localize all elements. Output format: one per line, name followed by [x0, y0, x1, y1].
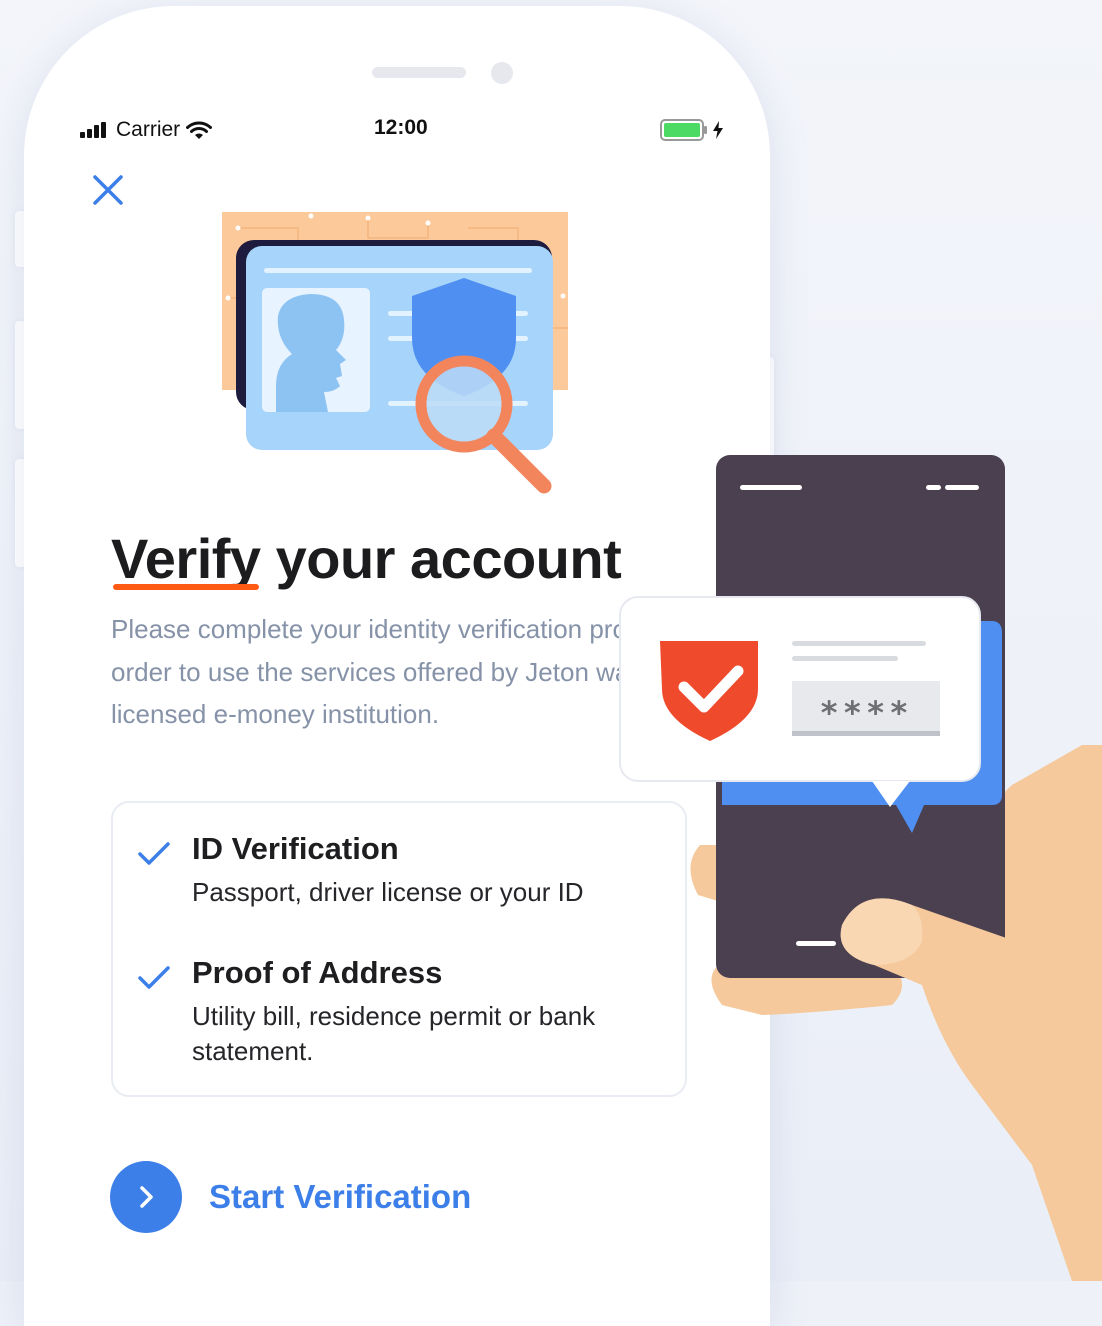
charging-bolt-icon [713, 121, 723, 139]
start-verification-label[interactable]: Start Verification [209, 1178, 471, 1216]
checkmark-icon [138, 842, 170, 865]
status-bar-right [660, 116, 724, 144]
speaker-grille [372, 67, 466, 78]
hand-phone-illustration: **** [619, 455, 1102, 1281]
status-bar-left: Carrier [80, 116, 213, 144]
status-time: 12:00 [374, 116, 428, 139]
close-icon [93, 175, 123, 205]
chevron-right-icon [140, 1186, 153, 1208]
title-rest: your account [260, 527, 622, 590]
requirement-subtitle: Utility bill, residence permit or bank s… [192, 1001, 596, 1066]
id-card-illustration [222, 212, 568, 494]
front-camera [491, 62, 513, 84]
wifi-icon [186, 121, 213, 139]
start-verification-button[interactable]: Start Verification [110, 1161, 471, 1233]
page-title: Verify your account [111, 526, 622, 591]
start-button-circle[interactable] [110, 1161, 182, 1233]
carrier-label: Carrier [116, 118, 181, 141]
title-highlighted-word: Verify [111, 527, 261, 590]
pin-mask-text: **** [819, 694, 912, 732]
requirement-title: Proof of Address [192, 955, 443, 990]
checkmark-icon [138, 966, 170, 989]
battery-icon [660, 119, 707, 141]
requirement-title: ID Verification [192, 831, 399, 866]
signal-icon [80, 122, 106, 138]
requirements-card: ID Verification Passport, driver license… [111, 801, 687, 1097]
requirement-subtitle: Passport, driver license or your ID [192, 877, 584, 907]
close-button[interactable] [88, 170, 128, 210]
